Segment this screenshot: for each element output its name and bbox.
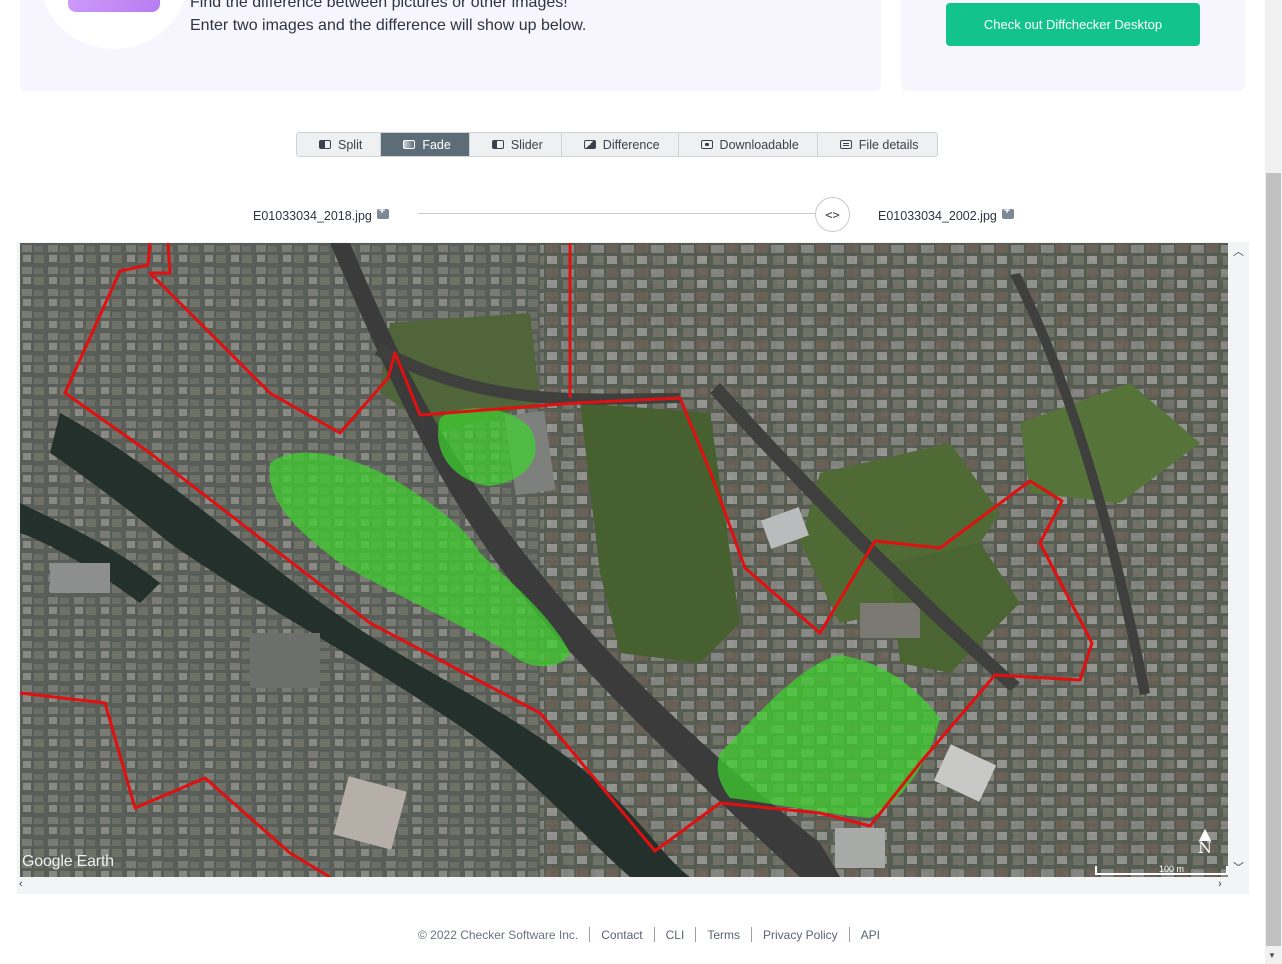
image-viewport: Google Earth ▲ N 100 m ︿ ﹀ ‹ ›	[17, 242, 1249, 894]
footer-link-terms[interactable]: Terms	[707, 928, 740, 942]
promo-card: Check out Diffchecker Desktop	[901, 0, 1245, 91]
folder-add-icon[interactable]	[376, 205, 389, 219]
hero-banner	[20, 0, 881, 91]
tab-label: Downloadable	[719, 137, 799, 152]
aerial-map-svg	[20, 243, 1228, 877]
tab-fade[interactable]: Fade	[381, 133, 470, 156]
split-view-icon	[319, 140, 331, 149]
footer-divider	[848, 927, 850, 942]
google-earth-watermark: Google Earth	[22, 853, 114, 870]
right-file-name: E01033034_2002.jpg	[878, 209, 997, 223]
left-file-name: E01033034_2018.jpg	[253, 209, 372, 223]
footer-link-cli[interactable]: CLI	[666, 928, 685, 942]
scroll-up-icon[interactable]: ︿	[1233, 243, 1244, 259]
hero-headline: Find the difference between pictures or …	[190, 0, 568, 11]
north-label: N	[1198, 838, 1212, 857]
hero-subtext: Enter two images and the difference will…	[190, 17, 587, 34]
tab-label: File details	[858, 137, 919, 152]
tab-label: Difference	[602, 137, 660, 152]
footer-divider	[653, 927, 655, 942]
page: Find the difference between pictures or …	[0, 0, 1282, 964]
page-scrollbar-thumb[interactable]	[1266, 173, 1281, 946]
footer-divider	[750, 927, 752, 942]
left-file-label: E01033034_2018.jpg	[253, 205, 389, 223]
fade-slider-track[interactable]	[418, 213, 833, 214]
slider-view-icon	[491, 140, 504, 149]
scroll-down-icon[interactable]: ﹀	[1233, 859, 1244, 875]
footer-divider	[695, 927, 697, 942]
scroll-left-icon[interactable]: ‹	[19, 878, 23, 890]
footer-link-privacy[interactable]: Privacy Policy	[763, 928, 838, 942]
difference-view-icon	[583, 140, 596, 149]
image-illustration-icon	[68, 0, 160, 12]
file-details-icon	[839, 140, 852, 149]
scroll-right-icon[interactable]: ›	[1218, 878, 1222, 890]
tab-downloadable[interactable]: Downloadable	[679, 133, 818, 156]
folder-add-icon[interactable]	[1001, 205, 1014, 219]
page-scroll-down-icon[interactable]: ▼	[1268, 951, 1276, 960]
footer-link-api[interactable]: API	[861, 928, 880, 942]
downloadable-icon	[700, 140, 713, 149]
footer: © 2022 Checker Software Inc. Contact CLI…	[418, 927, 880, 942]
aerial-map-image: Google Earth ▲ N 100 m	[20, 243, 1228, 877]
tab-label: Fade	[422, 137, 451, 152]
viewport-horizontal-scrollbar[interactable]: ‹ ›	[17, 877, 1228, 894]
viewport-vertical-scrollbar[interactable]: ︿ ﹀	[1228, 242, 1249, 877]
fade-slider-handle[interactable]: <>	[815, 197, 850, 232]
tab-split[interactable]: Split	[297, 133, 382, 156]
copyright-text: © 2022 Checker Software Inc.	[418, 927, 579, 942]
tab-slider[interactable]: Slider	[470, 133, 562, 156]
desktop-promo-button[interactable]: Check out Diffchecker Desktop	[946, 3, 1200, 46]
map-scale-label: 100 m	[1158, 864, 1184, 874]
right-file-label: E01033034_2002.jpg	[878, 205, 1014, 223]
north-arrow-icon: ▲ N	[1198, 826, 1212, 857]
view-mode-tabs: Split Fade Slider Difference Downloadabl…	[296, 132, 938, 157]
tab-difference[interactable]: Difference	[562, 133, 679, 156]
tab-label: Split	[338, 137, 363, 152]
tab-label: Slider	[510, 137, 543, 152]
footer-link-contact[interactable]: Contact	[601, 928, 642, 942]
tab-file-details[interactable]: File details	[818, 133, 937, 156]
footer-divider	[589, 927, 591, 942]
fade-view-icon	[403, 140, 416, 149]
